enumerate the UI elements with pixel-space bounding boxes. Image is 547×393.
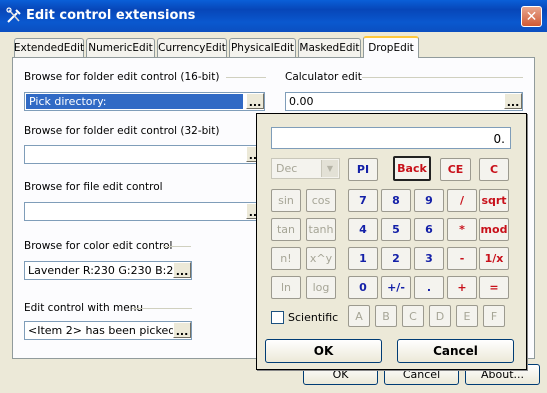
- key-5[interactable]: 5: [381, 218, 411, 241]
- hex-a-button[interactable]: A: [348, 305, 370, 327]
- scientific-label: Scientific: [288, 311, 339, 324]
- chevron-down-icon: ▼: [321, 160, 338, 177]
- folder32-field[interactable]: ...: [24, 145, 265, 164]
- hex-b-button[interactable]: B: [375, 305, 397, 327]
- sqrt-button[interactable]: sqrt: [479, 189, 509, 212]
- menu-label: Edit control with menu: [24, 302, 144, 314]
- tan-button[interactable]: tan: [271, 218, 301, 241]
- tab-extendededit[interactable]: ExtendedEdit: [14, 38, 84, 57]
- key-7[interactable]: 7: [348, 189, 378, 212]
- calculator-ok-button[interactable]: OK: [265, 339, 382, 363]
- add-button[interactable]: +: [447, 276, 477, 299]
- clear-button[interactable]: C: [479, 158, 509, 181]
- tanh-button[interactable]: tanh: [306, 218, 336, 241]
- divide-button[interactable]: /: [447, 189, 477, 212]
- tab-currencyedit[interactable]: CurrencyEdit: [157, 38, 227, 57]
- folder32-label: Browse for folder edit control (32-bit): [24, 125, 220, 137]
- tools-icon: [5, 7, 23, 25]
- negate-button[interactable]: +/-: [381, 276, 411, 299]
- cos-button[interactable]: cos: [306, 189, 336, 212]
- calculator-edit-field[interactable]: 0.00 ...: [285, 92, 523, 111]
- hex-e-button[interactable]: E: [456, 305, 478, 327]
- key-8[interactable]: 8: [381, 189, 411, 212]
- subtract-button[interactable]: -: [447, 247, 477, 270]
- calculator-edit-label: Calculator edit: [285, 71, 362, 83]
- ce-button[interactable]: CE: [440, 158, 471, 181]
- mod-button[interactable]: mod: [479, 218, 509, 241]
- calculator-edit-value: 0.00: [289, 95, 314, 108]
- back-button[interactable]: Back: [393, 156, 431, 181]
- folder16-value: Pick directory:: [26, 94, 243, 109]
- color-browse-button[interactable]: ...: [173, 262, 191, 278]
- menu-browse-button[interactable]: ...: [173, 322, 191, 338]
- factorial-button[interactable]: n!: [271, 247, 301, 270]
- divider: [132, 308, 192, 309]
- scientific-checkbox[interactable]: [271, 311, 284, 324]
- key-3[interactable]: 3: [414, 247, 444, 270]
- sin-button[interactable]: sin: [271, 189, 301, 212]
- menu-field[interactable]: <Item 2> has been picked ...: [24, 321, 192, 340]
- hex-f-button[interactable]: F: [483, 305, 505, 327]
- close-icon: ✕: [525, 8, 538, 25]
- key-2[interactable]: 2: [381, 247, 411, 270]
- divider: [362, 77, 523, 78]
- color-label: Browse for color edit control: [24, 240, 173, 252]
- file-field[interactable]: ...: [24, 202, 265, 221]
- decimal-point-button[interactable]: .: [414, 276, 444, 299]
- multiply-button[interactable]: *: [447, 218, 477, 241]
- equals-button[interactable]: =: [479, 276, 509, 299]
- calculator-cancel-button[interactable]: Cancel: [397, 339, 514, 363]
- menu-value: <Item 2> has been picked: [28, 324, 176, 337]
- tab-physicaledit[interactable]: PhysicalEdit: [229, 38, 296, 57]
- file-label: Browse for file edit control: [24, 181, 163, 193]
- divider: [163, 246, 191, 247]
- tab-dropedit[interactable]: DropEdit: [363, 36, 419, 58]
- key-1[interactable]: 1: [348, 247, 378, 270]
- tab-maskededit[interactable]: MaskedEdit: [298, 38, 361, 57]
- hex-d-button[interactable]: D: [429, 305, 451, 327]
- key-9[interactable]: 9: [414, 189, 444, 212]
- base-select[interactable]: Dec ▼: [271, 158, 340, 179]
- pi-button[interactable]: PI: [348, 158, 378, 181]
- folder16-field[interactable]: Pick directory: ...: [24, 92, 265, 111]
- color-value: Lavender R:230 G:230 B:250: [28, 264, 188, 277]
- color-field[interactable]: Lavender R:230 G:230 B:250 ...: [24, 261, 192, 280]
- reciprocal-button[interactable]: 1/x: [479, 247, 509, 270]
- close-button[interactable]: ✕: [521, 6, 542, 27]
- folder16-browse-button[interactable]: ...: [246, 93, 264, 109]
- key-4[interactable]: 4: [348, 218, 378, 241]
- key-0[interactable]: 0: [348, 276, 378, 299]
- ln-button[interactable]: ln: [271, 276, 301, 299]
- calculator-popup[interactable]: 0. Dec ▼ PI Back CE C sin cos tan tanh n…: [256, 113, 527, 370]
- folder16-label: Browse for folder edit control (16-bit): [24, 71, 220, 83]
- key-6[interactable]: 6: [414, 218, 444, 241]
- tab-numericedit[interactable]: NumericEdit: [86, 38, 155, 57]
- hex-c-button[interactable]: C: [402, 305, 424, 327]
- log-button[interactable]: log: [306, 276, 336, 299]
- divider: [226, 77, 266, 78]
- power-button[interactable]: x^y: [306, 247, 336, 270]
- calculator-display: 0.: [271, 127, 511, 149]
- window-title: Edit control extensions: [26, 8, 196, 23]
- calculator-dropdown-button[interactable]: ...: [504, 93, 522, 109]
